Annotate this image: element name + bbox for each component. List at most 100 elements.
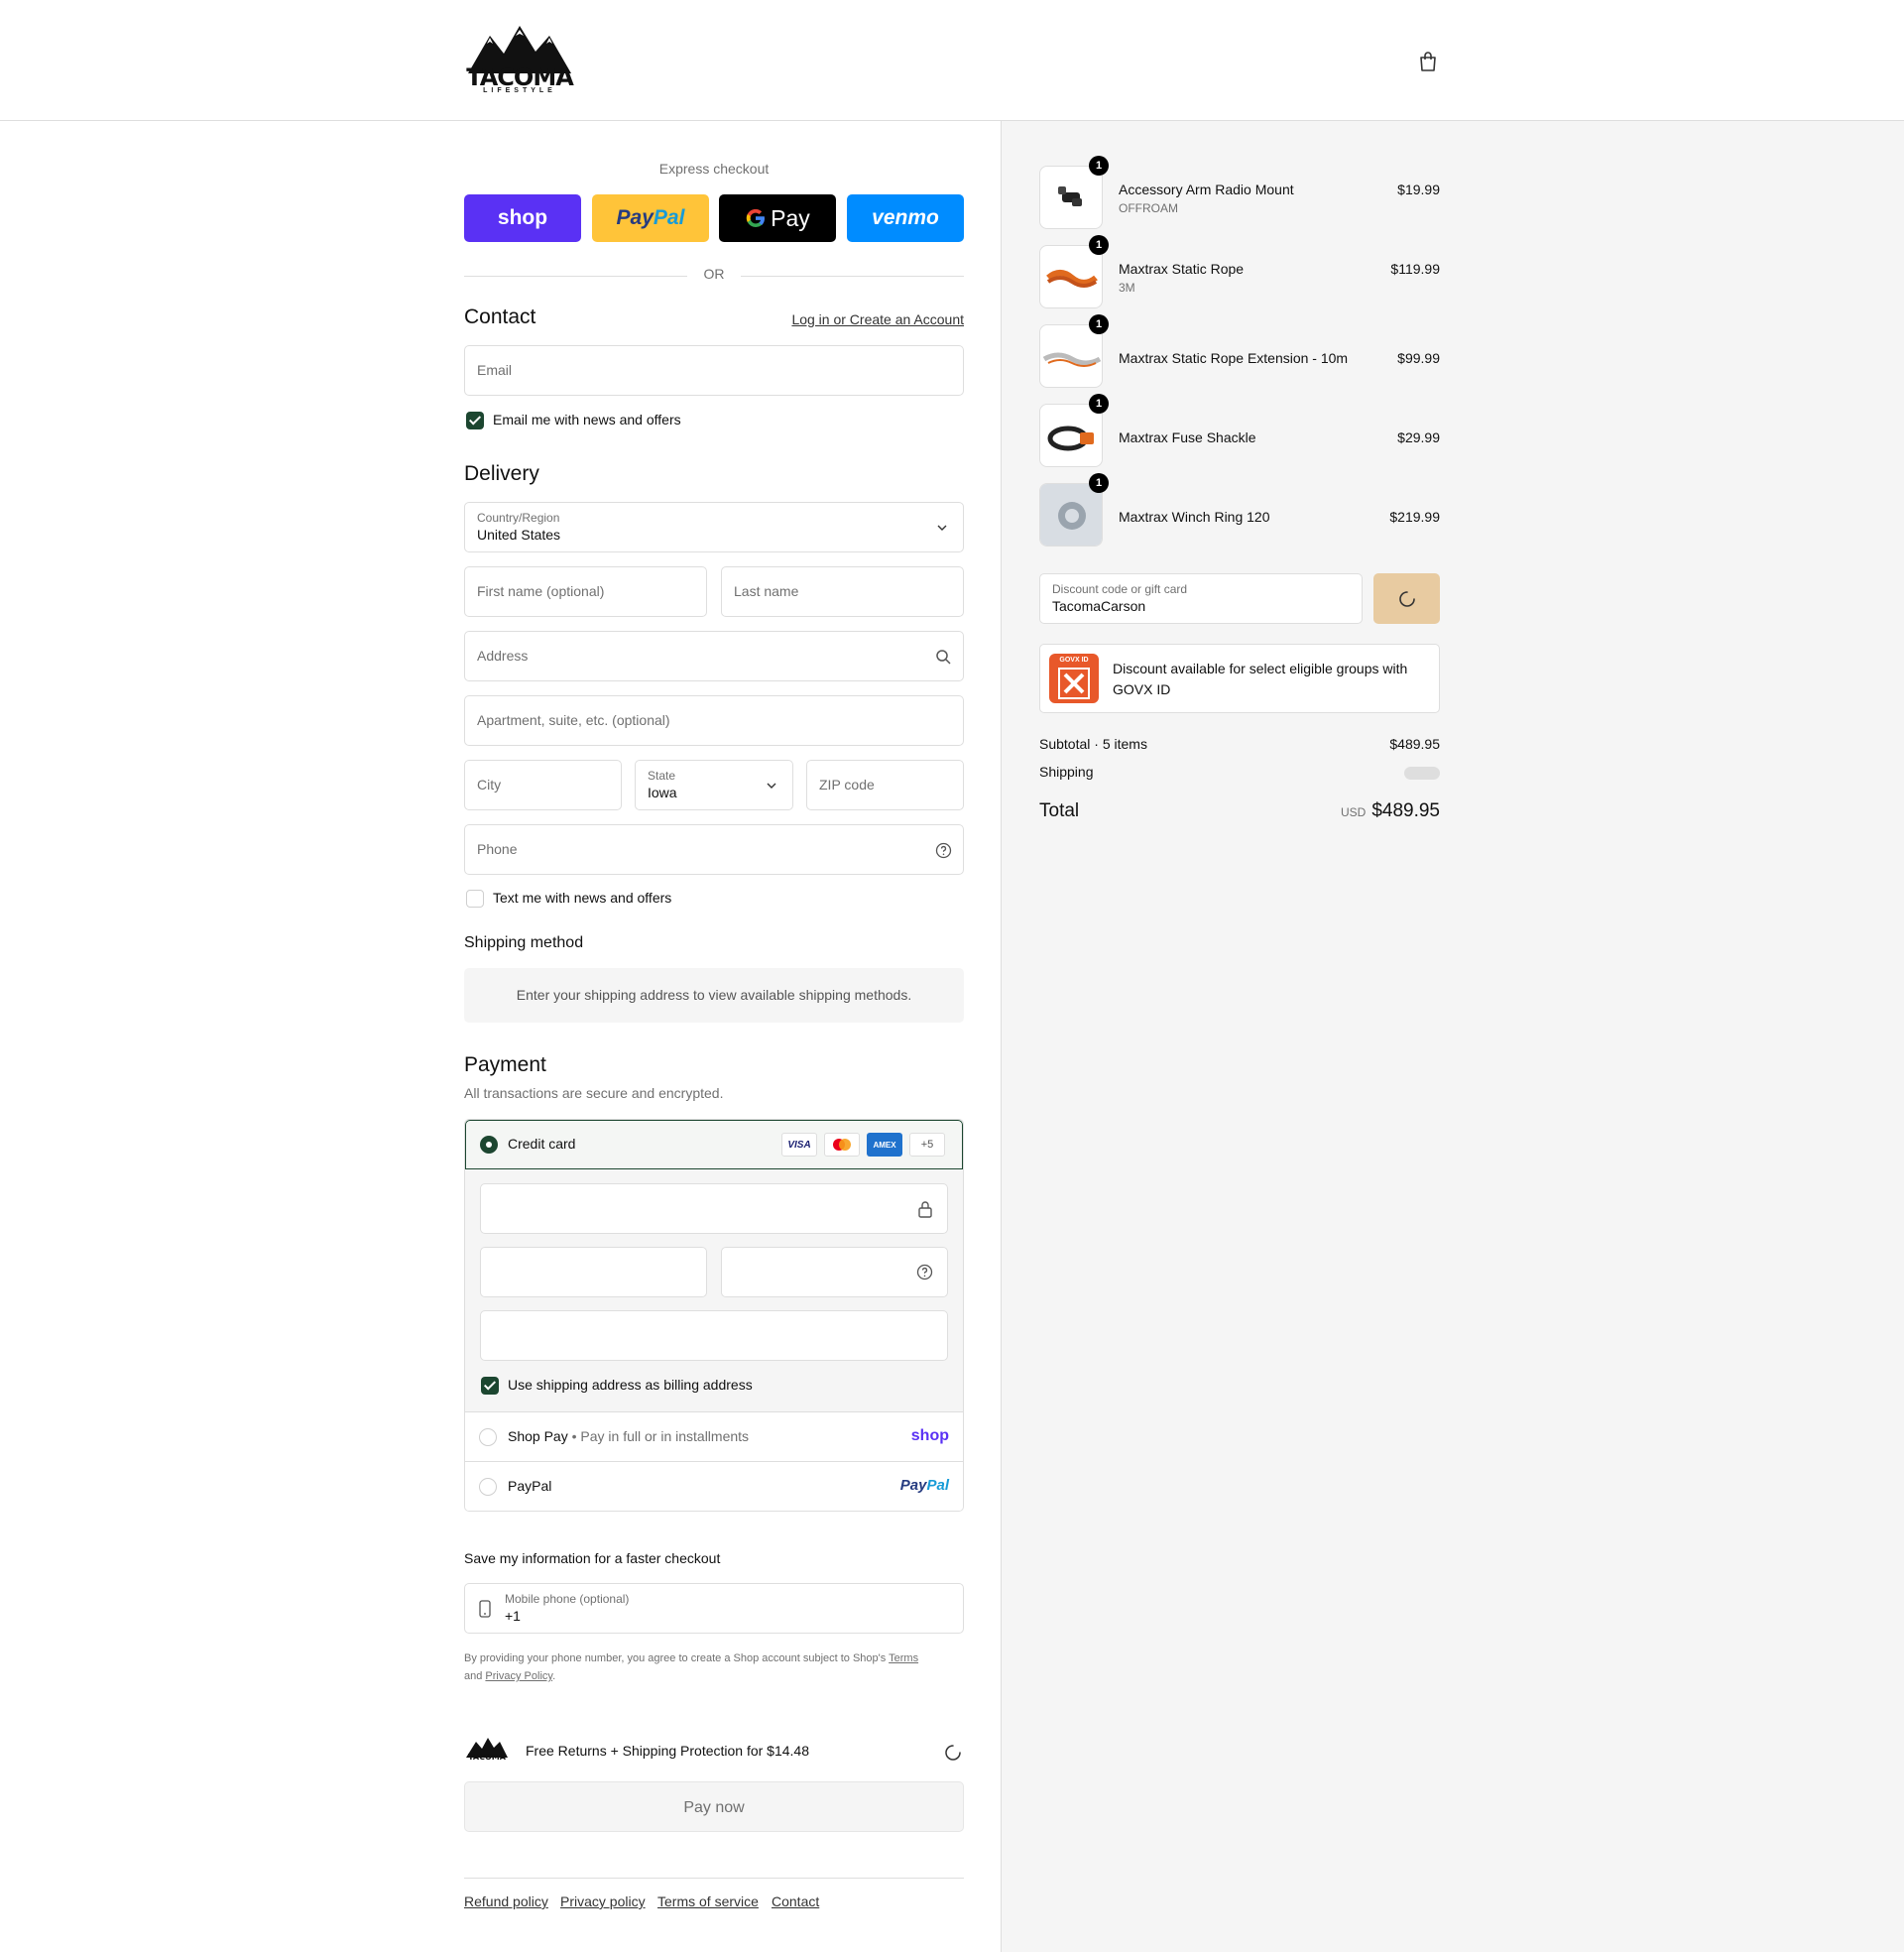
- privacy-policy-link[interactable]: Privacy Policy: [485, 1670, 552, 1682]
- address-placeholder: Address: [477, 648, 529, 664]
- item-name: Accessory Arm Radio Mount: [1119, 182, 1294, 197]
- help-circle-icon[interactable]: [935, 842, 952, 859]
- city-field[interactable]: City: [464, 760, 622, 810]
- paypal-radio[interactable]: [479, 1478, 497, 1496]
- shop-pay-option-label: Shop Pay • Pay in full or in installment…: [508, 1428, 750, 1444]
- product-image: [1039, 324, 1103, 388]
- chevron-down-icon: [937, 525, 947, 531]
- venmo-button[interactable]: venmo: [847, 194, 964, 242]
- mobile-phone-value: +1: [505, 1608, 521, 1624]
- product-image: [1039, 483, 1103, 547]
- shop-pay-button[interactable]: shop: [464, 194, 581, 242]
- save-info-heading: Save my information for a faster checkou…: [464, 1550, 721, 1566]
- paypal-logo-1: Pay: [899, 1477, 927, 1494]
- cart-item: 1 Maxtrax Static Rope 3M $119.99: [1039, 235, 1440, 308]
- refund-policy-link[interactable]: Refund policy: [464, 1893, 548, 1909]
- total-value-wrap: USD $489.95: [1341, 800, 1440, 822]
- shopping-bag-icon[interactable]: [1416, 50, 1440, 73]
- help-circle-icon[interactable]: [916, 1264, 933, 1281]
- text-news-label: Text me with news and offers: [493, 890, 672, 906]
- shop-pay-logo: shop: [910, 1427, 949, 1444]
- loading-spinner-icon: [1398, 590, 1415, 607]
- contact-link[interactable]: Contact: [772, 1893, 819, 1909]
- expiration-field[interactable]: [480, 1247, 707, 1297]
- item-name: Maxtrax Static Rope: [1119, 261, 1245, 277]
- google-pay-button[interactable]: Pay: [719, 194, 836, 242]
- terms-link[interactable]: Terms: [889, 1652, 918, 1664]
- logo-subtext: LIFESTYLE: [483, 87, 556, 94]
- paypal-label-2: Pal: [653, 206, 685, 229]
- venmo-label: venmo: [872, 206, 939, 229]
- credit-card-option[interactable]: Credit card VISA AMEX +5: [465, 1120, 963, 1169]
- item-price: $29.99: [1397, 429, 1440, 445]
- apartment-field[interactable]: Apartment, suite, etc. (optional): [464, 695, 964, 746]
- shipping-protection-row[interactable]: TACOMA Free Returns + Shipping Protectio…: [464, 1736, 964, 1766]
- govx-text: Discount available for select eligible g…: [1113, 661, 1408, 697]
- last-name-placeholder: Last name: [734, 583, 799, 599]
- email-placeholder: Email: [477, 362, 513, 378]
- mobile-phone-label: Mobile phone (optional): [505, 1592, 630, 1606]
- country-value: United States: [477, 527, 561, 543]
- quantity-badge: 1: [1089, 473, 1109, 493]
- order-summary-panel: [1001, 121, 1904, 1952]
- consent-end: .: [552, 1670, 556, 1682]
- lock-icon: [918, 1201, 932, 1218]
- shop-pay-label: shop: [497, 206, 548, 229]
- paypal-button[interactable]: Pay Pal: [592, 194, 709, 242]
- discount-code-field[interactable]: Discount code or gift card TacomaCarson: [1039, 573, 1363, 624]
- mobile-phone-field[interactable]: Mobile phone (optional) +1: [464, 1583, 964, 1634]
- consent-part-1: By providing your phone number, you agre…: [464, 1652, 887, 1664]
- last-name-field[interactable]: Last name: [721, 566, 964, 617]
- mobile-phone-icon: [479, 1600, 491, 1618]
- billing-address-checkbox[interactable]: [481, 1377, 499, 1395]
- quantity-badge: 1: [1089, 314, 1109, 334]
- state-select[interactable]: State Iowa: [635, 760, 793, 810]
- item-price: $19.99: [1397, 182, 1440, 197]
- phone-field[interactable]: Phone: [464, 824, 964, 875]
- phone-placeholder: Phone: [477, 841, 518, 857]
- total-label: Total: [1039, 800, 1080, 821]
- email-news-checkbox[interactable]: [466, 412, 484, 429]
- terms-of-service-link[interactable]: Terms of service: [657, 1893, 759, 1909]
- credit-card-radio[interactable]: [480, 1136, 498, 1154]
- shop-pay-radio[interactable]: [479, 1428, 497, 1446]
- visa-icon: VISA: [781, 1133, 817, 1157]
- or-text: OR: [703, 266, 725, 282]
- first-name-field[interactable]: First name (optional): [464, 566, 707, 617]
- zip-field[interactable]: ZIP code: [806, 760, 964, 810]
- country-select[interactable]: Country/Region United States: [464, 502, 964, 552]
- total-value: $489.95: [1371, 800, 1440, 821]
- google-pay-label: Pay: [771, 204, 810, 231]
- country-label: Country/Region: [477, 511, 560, 525]
- email-news-label: Email me with news and offers: [493, 412, 681, 427]
- or-divider: OR: [464, 266, 964, 286]
- email-field[interactable]: Email: [464, 345, 964, 396]
- subtotal-label: Subtotal · 5 items: [1039, 736, 1147, 752]
- shop-pay-name: Shop Pay: [508, 1428, 568, 1444]
- billing-address-label: Use shipping address as billing address: [508, 1377, 753, 1393]
- shop-pay-option[interactable]: Shop Pay • Pay in full or in installment…: [465, 1411, 963, 1461]
- text-news-checkbox[interactable]: [466, 890, 484, 908]
- paypal-option[interactable]: PayPal PayPal: [465, 1461, 963, 1511]
- pay-now-button[interactable]: Pay now: [464, 1781, 964, 1832]
- tacoma-logo[interactable]: TACOMA LIFESTYLE: [464, 24, 575, 99]
- name-on-card-field[interactable]: [480, 1310, 948, 1361]
- shop-pay-note: Pay in full or in installments: [580, 1428, 750, 1444]
- paypal-option-label: PayPal: [508, 1478, 552, 1494]
- state-label: State: [648, 769, 676, 783]
- currency-code: USD: [1340, 805, 1367, 819]
- govx-discount-banner[interactable]: GOVX ID Discount available for select el…: [1039, 644, 1440, 713]
- shipping-row: Shipping: [1039, 764, 1440, 780]
- privacy-policy-footer-link[interactable]: Privacy policy: [560, 1893, 646, 1909]
- amex-icon: AMEX: [867, 1133, 902, 1157]
- login-link[interactable]: Log in or Create an Account: [791, 311, 964, 327]
- card-number-field[interactable]: [480, 1183, 948, 1234]
- cart-item: 1 Maxtrax Fuse Shackle $29.99: [1039, 394, 1440, 467]
- apply-discount-button[interactable]: [1373, 573, 1440, 624]
- item-price: $219.99: [1389, 509, 1440, 525]
- apartment-placeholder: Apartment, suite, etc. (optional): [477, 712, 670, 728]
- address-field[interactable]: Address: [464, 631, 964, 681]
- subtotal-row: Subtotal · 5 items $489.95: [1039, 736, 1440, 752]
- security-code-field[interactable]: [721, 1247, 948, 1297]
- mastercard-icon: [824, 1133, 860, 1157]
